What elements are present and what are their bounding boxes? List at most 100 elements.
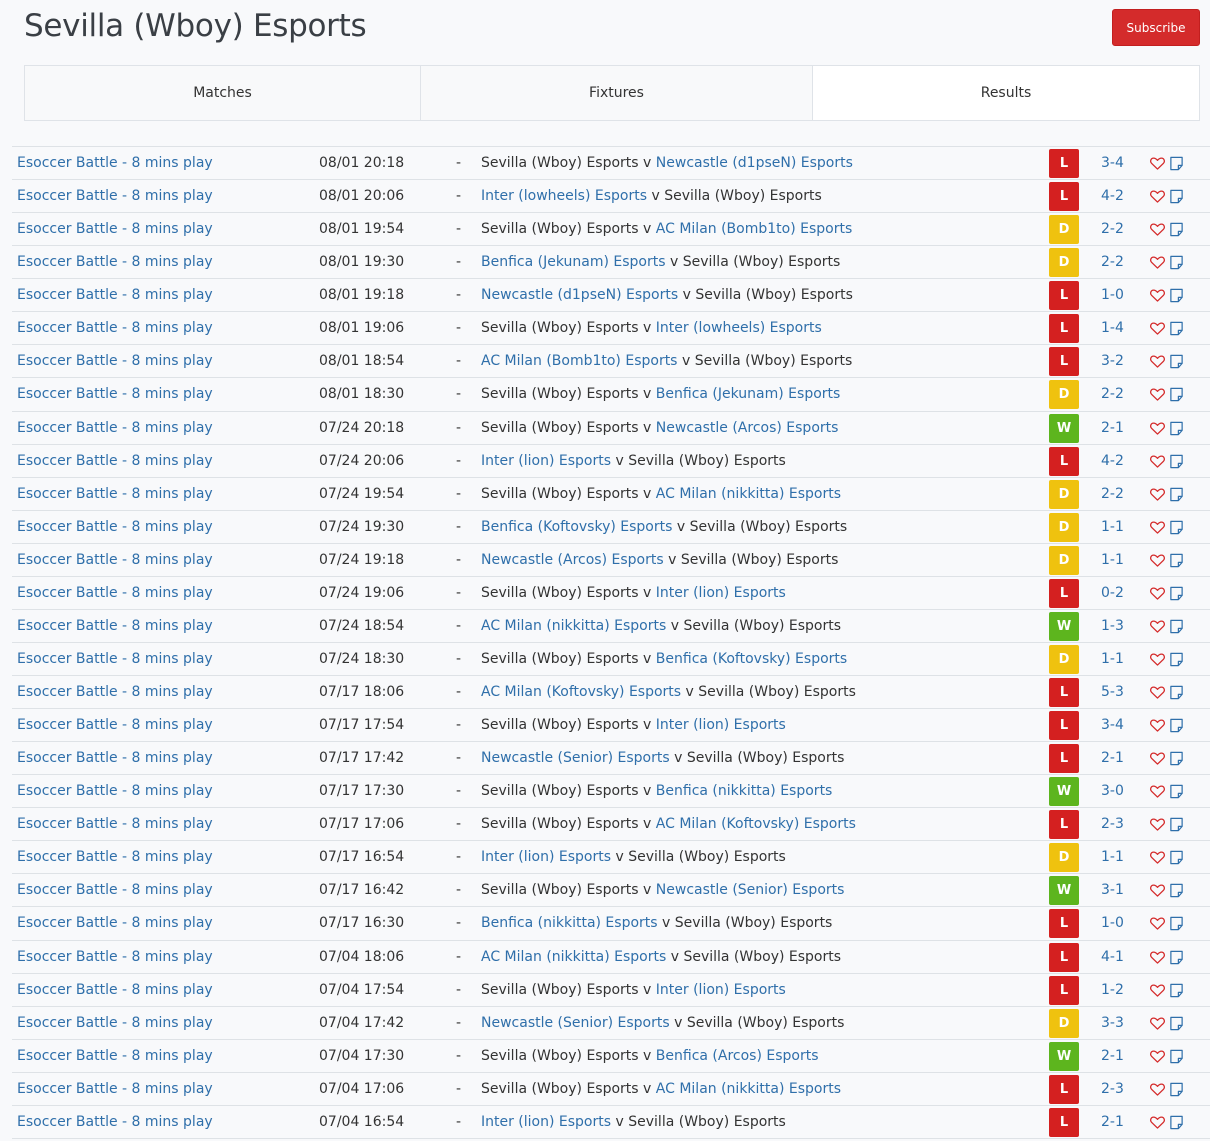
heart-outline-icon[interactable] <box>1150 488 1165 501</box>
league-link[interactable]: Esoccer Battle - 8 mins play <box>17 882 213 898</box>
league-link[interactable]: Esoccer Battle - 8 mins play <box>17 949 213 965</box>
score-link[interactable]: 1-3 <box>1101 618 1124 634</box>
home-team[interactable]: Benfica (nikkitta) Esports <box>481 915 658 931</box>
subscribe-button[interactable]: Subscribe <box>1112 9 1200 46</box>
score-link[interactable]: 4-2 <box>1101 188 1124 204</box>
note-edit-icon[interactable] <box>1169 354 1184 369</box>
away-team[interactable]: Newcastle (Senior) Esports <box>656 882 845 898</box>
score-link[interactable]: 2-3 <box>1101 816 1124 832</box>
note-edit-icon[interactable] <box>1169 487 1184 502</box>
league-link[interactable]: Esoccer Battle - 8 mins play <box>17 552 213 568</box>
score-link[interactable]: 2-2 <box>1101 221 1124 237</box>
heart-outline-icon[interactable] <box>1150 984 1165 997</box>
heart-outline-icon[interactable] <box>1150 1083 1165 1096</box>
league-link[interactable]: Esoccer Battle - 8 mins play <box>17 717 213 733</box>
away-team[interactable]: AC Milan (Koftovsky) Esports <box>656 816 856 832</box>
note-edit-icon[interactable] <box>1169 520 1184 535</box>
away-team[interactable]: AC Milan (nikkitta) Esports <box>656 486 841 502</box>
note-edit-icon[interactable] <box>1169 1082 1184 1097</box>
league-link[interactable]: Esoccer Battle - 8 mins play <box>17 420 213 436</box>
home-team[interactable]: AC Milan (Bomb1to) Esports <box>481 353 677 369</box>
heart-outline-icon[interactable] <box>1150 289 1165 302</box>
heart-outline-icon[interactable] <box>1150 1116 1165 1129</box>
home-team[interactable]: Newcastle (Arcos) Esports <box>481 552 664 568</box>
league-link[interactable]: Esoccer Battle - 8 mins play <box>17 915 213 931</box>
note-edit-icon[interactable] <box>1169 421 1184 436</box>
away-team[interactable]: Inter (lion) Esports <box>656 982 786 998</box>
home-team[interactable]: AC Milan (nikkitta) Esports <box>481 618 666 634</box>
away-team[interactable]: Inter (lion) Esports <box>656 717 786 733</box>
heart-outline-icon[interactable] <box>1150 818 1165 831</box>
league-link[interactable]: Esoccer Battle - 8 mins play <box>17 254 213 270</box>
home-team[interactable]: Inter (lion) Esports <box>481 849 611 865</box>
league-link[interactable]: Esoccer Battle - 8 mins play <box>17 386 213 402</box>
note-edit-icon[interactable] <box>1169 983 1184 998</box>
league-link[interactable]: Esoccer Battle - 8 mins play <box>17 783 213 799</box>
score-link[interactable]: 2-2 <box>1101 486 1124 502</box>
score-link[interactable]: 4-2 <box>1101 453 1124 469</box>
score-link[interactable]: 3-2 <box>1101 353 1124 369</box>
note-edit-icon[interactable] <box>1169 652 1184 667</box>
note-edit-icon[interactable] <box>1169 586 1184 601</box>
away-team[interactable]: Benfica (Arcos) Esports <box>656 1048 819 1064</box>
heart-outline-icon[interactable] <box>1150 190 1165 203</box>
tab-fixtures[interactable]: Fixtures <box>421 66 813 120</box>
heart-outline-icon[interactable] <box>1150 752 1165 765</box>
note-edit-icon[interactable] <box>1169 288 1184 303</box>
score-link[interactable]: 1-0 <box>1101 915 1124 931</box>
score-link[interactable]: 2-1 <box>1101 1114 1124 1130</box>
league-link[interactable]: Esoccer Battle - 8 mins play <box>17 750 213 766</box>
league-link[interactable]: Esoccer Battle - 8 mins play <box>17 221 213 237</box>
heart-outline-icon[interactable] <box>1150 785 1165 798</box>
league-link[interactable]: Esoccer Battle - 8 mins play <box>17 1015 213 1031</box>
note-edit-icon[interactable] <box>1169 156 1184 171</box>
home-team[interactable]: Inter (lion) Esports <box>481 1114 611 1130</box>
score-link[interactable]: 0-2 <box>1101 585 1124 601</box>
score-link[interactable]: 2-1 <box>1101 420 1124 436</box>
score-link[interactable]: 1-4 <box>1101 320 1124 336</box>
score-link[interactable]: 1-1 <box>1101 651 1124 667</box>
note-edit-icon[interactable] <box>1169 454 1184 469</box>
heart-outline-icon[interactable] <box>1150 1017 1165 1030</box>
away-team[interactable]: Benfica (nikkitta) Esports <box>656 783 833 799</box>
league-link[interactable]: Esoccer Battle - 8 mins play <box>17 453 213 469</box>
home-team[interactable]: Inter (lowheels) Esports <box>481 188 647 204</box>
score-link[interactable]: 1-1 <box>1101 849 1124 865</box>
league-link[interactable]: Esoccer Battle - 8 mins play <box>17 519 213 535</box>
away-team[interactable]: Benfica (Jekunam) Esports <box>656 386 841 402</box>
note-edit-icon[interactable] <box>1169 751 1184 766</box>
note-edit-icon[interactable] <box>1169 189 1184 204</box>
note-edit-icon[interactable] <box>1169 883 1184 898</box>
home-team[interactable]: Newcastle (d1pseN) Esports <box>481 287 678 303</box>
heart-outline-icon[interactable] <box>1150 851 1165 865</box>
heart-outline-icon[interactable] <box>1150 917 1165 931</box>
score-link[interactable]: 2-2 <box>1101 386 1124 402</box>
score-link[interactable]: 2-3 <box>1101 1081 1124 1097</box>
note-edit-icon[interactable] <box>1169 850 1184 865</box>
league-link[interactable]: Esoccer Battle - 8 mins play <box>17 982 213 998</box>
note-edit-icon[interactable] <box>1169 321 1184 336</box>
league-link[interactable]: Esoccer Battle - 8 mins play <box>17 651 213 667</box>
heart-outline-icon[interactable] <box>1150 1050 1165 1063</box>
note-edit-icon[interactable] <box>1169 1016 1184 1031</box>
note-edit-icon[interactable] <box>1169 553 1184 568</box>
league-link[interactable]: Esoccer Battle - 8 mins play <box>17 585 213 601</box>
home-team[interactable]: Newcastle (Senior) Esports <box>481 750 670 766</box>
note-edit-icon[interactable] <box>1169 817 1184 832</box>
home-team[interactable]: Benfica (Jekunam) Esports <box>481 254 666 270</box>
heart-outline-icon[interactable] <box>1150 719 1165 732</box>
score-link[interactable]: 1-2 <box>1101 982 1124 998</box>
score-link[interactable]: 2-1 <box>1101 750 1124 766</box>
home-team[interactable]: Inter (lion) Esports <box>481 453 611 469</box>
home-team[interactable]: AC Milan (Koftovsky) Esports <box>481 684 681 700</box>
home-team[interactable]: Newcastle (Senior) Esports <box>481 1015 670 1031</box>
heart-outline-icon[interactable] <box>1150 256 1165 269</box>
tab-matches[interactable]: Matches <box>25 66 421 120</box>
note-edit-icon[interactable] <box>1169 685 1184 700</box>
heart-outline-icon[interactable] <box>1150 521 1165 534</box>
note-edit-icon[interactable] <box>1169 619 1184 634</box>
away-team[interactable]: AC Milan (nikkitta) Esports <box>656 1081 841 1097</box>
heart-outline-icon[interactable] <box>1150 157 1165 170</box>
note-edit-icon[interactable] <box>1169 784 1184 799</box>
heart-outline-icon[interactable] <box>1150 322 1165 336</box>
